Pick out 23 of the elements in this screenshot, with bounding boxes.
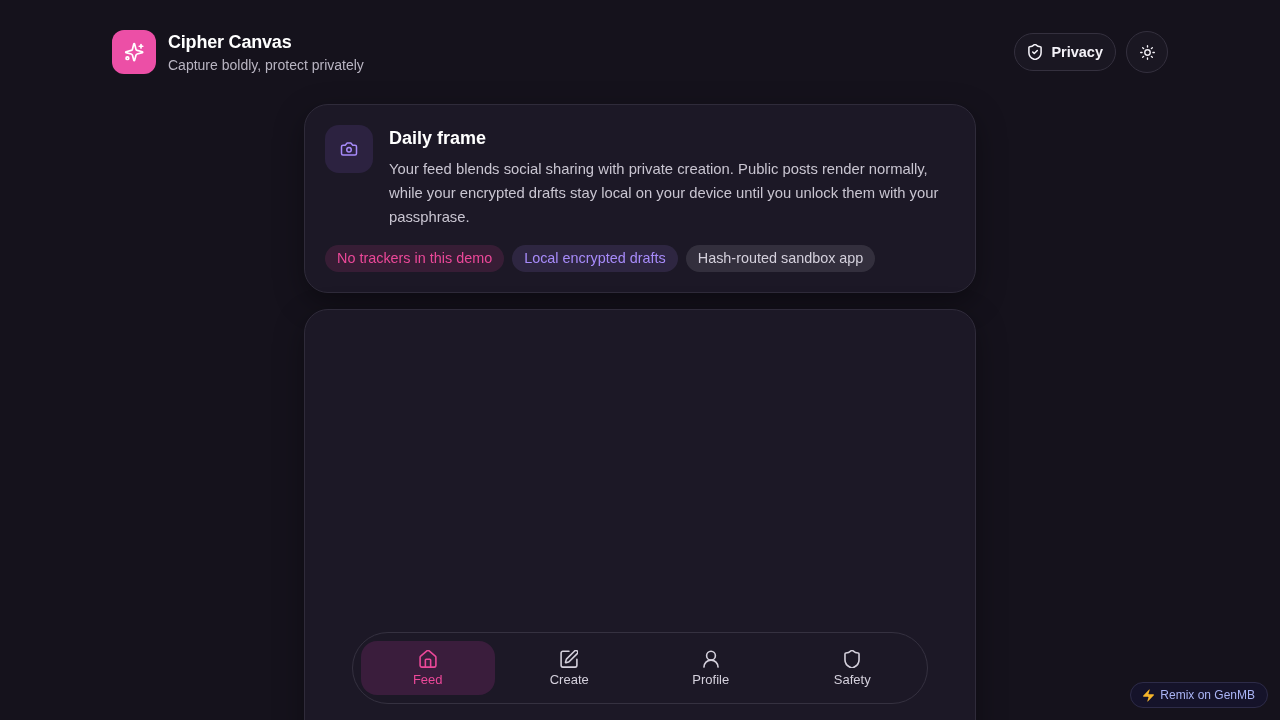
card-title: Daily frame [389, 127, 488, 150]
card-description: Your feed blends social sharing with private creation. Public posts render normally, while your encrypted drafts stay local on your device until you unlock them with your passphrase. [389, 160, 940, 227]
nav-tab[interactable]: Profile [644, 641, 778, 695]
nav-tab[interactable]: Feed [361, 641, 495, 695]
sparkles-logo-icon [112, 30, 156, 74]
feature-tag: Local encrypted drafts [512, 245, 678, 272]
lightning-icon [1143, 688, 1155, 702]
nav-tab[interactable]: Safety [785, 641, 919, 695]
feature-tag: Hash-routed sandbox app [685, 245, 876, 272]
camera-icon [325, 125, 373, 173]
app-tagline: Capture boldly, protect privately [168, 55, 364, 74]
user-icon [701, 649, 720, 668]
theme-toggle-button[interactable] [1126, 31, 1168, 73]
shield-icon [843, 649, 862, 668]
shield-check-icon [1027, 44, 1044, 60]
remix-button[interactable]: Remix on GenMB [1130, 682, 1268, 708]
privacy-button[interactable]: Privacy [1014, 33, 1116, 71]
home-icon [418, 649, 437, 668]
pencil-square-icon [560, 649, 579, 668]
nav-tab[interactable]: Create [502, 641, 636, 695]
sun-icon [1139, 44, 1155, 60]
feature-tag: No trackers in this demo [325, 245, 505, 272]
app-title: Cipher Canvas [168, 30, 293, 53]
